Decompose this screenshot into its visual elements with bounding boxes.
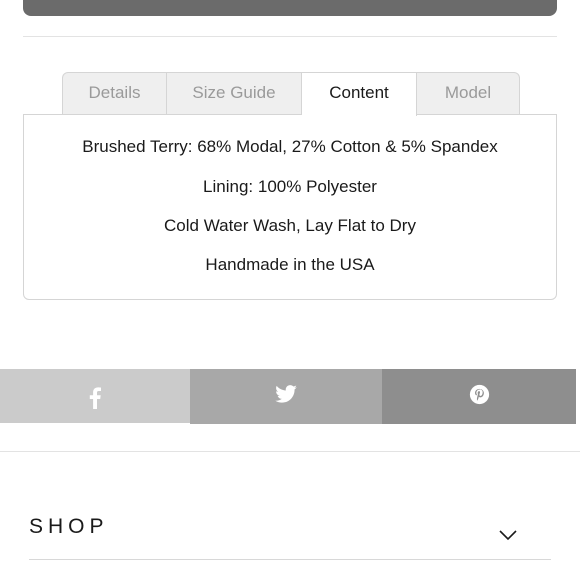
- share-twitter-button[interactable]: [190, 369, 382, 424]
- care-instructions: Cold Water Wash, Lay Flat to Dry: [164, 216, 416, 235]
- share-pinterest-button[interactable]: [382, 369, 576, 424]
- divider: [23, 36, 557, 37]
- origin-info: Handmade in the USA: [205, 255, 375, 274]
- tab-content[interactable]: Content: [302, 72, 417, 116]
- tab-size-guide[interactable]: Size Guide: [167, 72, 302, 114]
- share-bar: [0, 369, 576, 424]
- divider: [0, 451, 580, 452]
- lining-info: Lining: 100% Polyester: [203, 177, 377, 196]
- divider: [29, 559, 551, 560]
- facebook-icon: [89, 386, 101, 414]
- product-info-tabs: Details Size Guide Content Model: [62, 72, 520, 116]
- share-facebook-button[interactable]: [0, 369, 190, 423]
- top-button-bar[interactable]: [23, 0, 557, 16]
- tab-content-panel: Brushed Terry: 68% Modal, 27% Cotton & 5…: [23, 114, 557, 300]
- shop-label: SHOP: [29, 515, 109, 538]
- fabric-composition: Brushed Terry: 68% Modal, 27% Cotton & 5…: [82, 137, 498, 156]
- chevron-down-icon: [499, 528, 517, 546]
- tab-details[interactable]: Details: [62, 72, 167, 114]
- pinterest-icon: [469, 384, 490, 410]
- shop-accordion[interactable]: SHOP: [29, 515, 551, 560]
- twitter-icon: [275, 385, 297, 408]
- tab-model[interactable]: Model: [417, 72, 520, 114]
